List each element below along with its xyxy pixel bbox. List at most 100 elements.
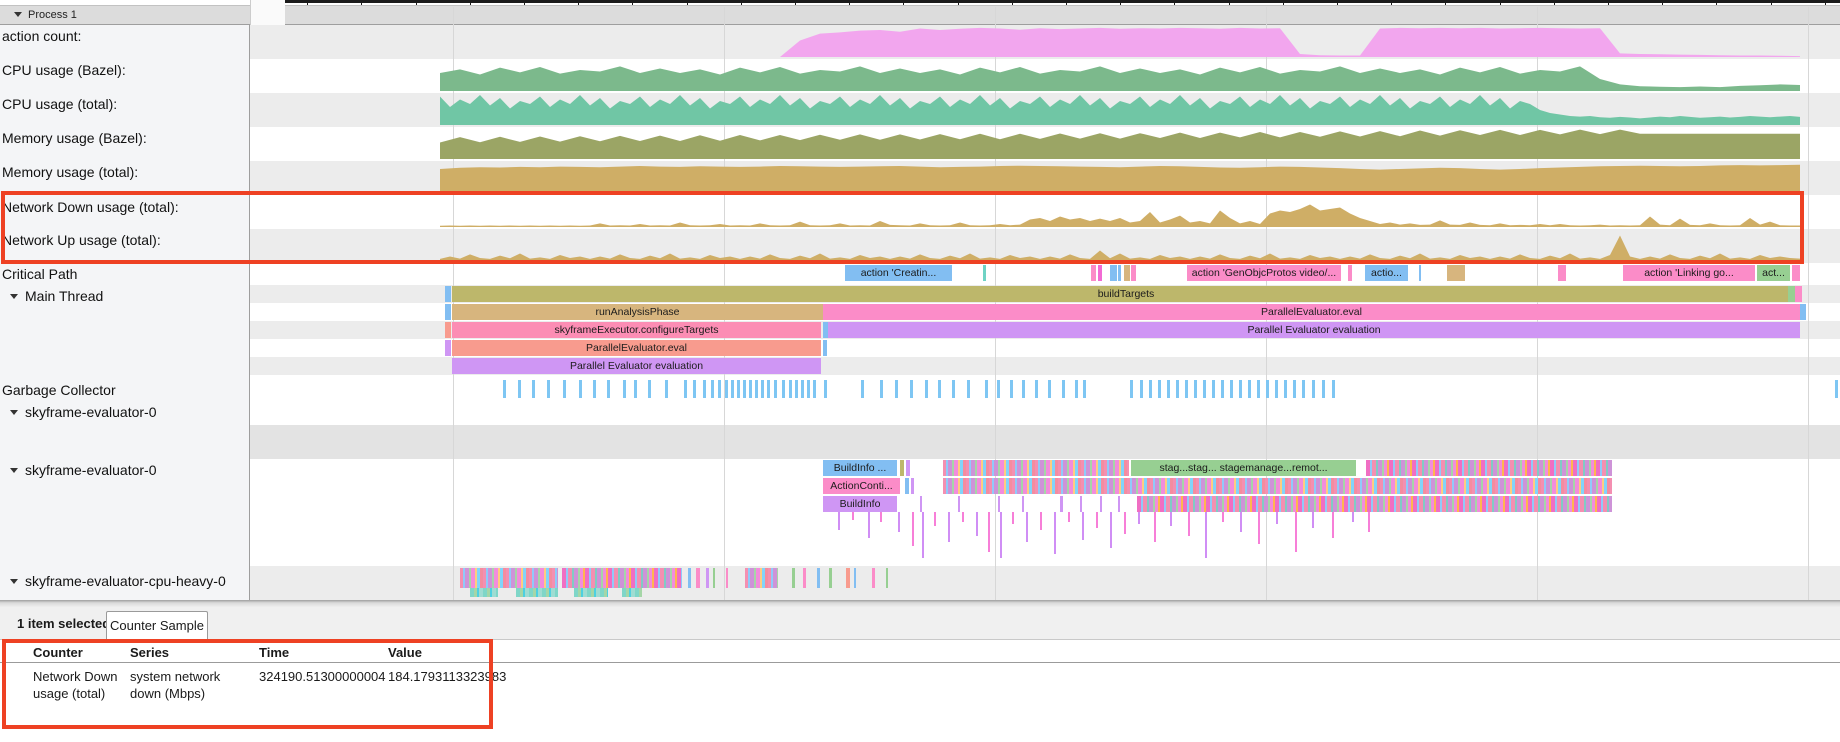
gc-event-tick[interactable] — [861, 380, 864, 398]
dense-slice-cluster[interactable] — [562, 568, 682, 588]
slice-drip[interactable] — [1082, 512, 1084, 540]
counter-chart-mem-bazel[interactable] — [440, 130, 1800, 159]
expander-icon[interactable] — [10, 579, 18, 584]
gc-event-tick[interactable] — [1212, 380, 1215, 398]
trace-slice[interactable] — [911, 478, 914, 494]
gc-event-tick[interactable] — [579, 380, 582, 398]
table-cell[interactable]: Network Down usage (total) — [33, 668, 145, 702]
sidebar-track-label-2[interactable]: CPU usage (total): — [2, 96, 117, 112]
dense-slice-cluster[interactable] — [745, 568, 778, 588]
slice-drip[interactable] — [962, 512, 964, 522]
gc-event-tick[interactable] — [547, 380, 550, 398]
dense-slice-cluster[interactable] — [1137, 496, 1612, 512]
gc-event-tick[interactable] — [925, 380, 928, 398]
gc-event-tick[interactable] — [563, 380, 566, 398]
slice-drip[interactable] — [988, 512, 990, 552]
gc-event-tick[interactable] — [684, 380, 687, 398]
trace-slice[interactable] — [1060, 496, 1063, 512]
gc-event-tick[interactable] — [1022, 380, 1025, 398]
gc-event-tick[interactable] — [1035, 380, 1038, 398]
slice-drip[interactable] — [1000, 512, 1002, 558]
sidebar-track-label-7[interactable]: Critical Path — [2, 266, 77, 282]
trace-slice[interactable] — [1118, 496, 1120, 512]
gc-event-tick[interactable] — [718, 380, 721, 398]
trace-slice[interactable] — [1118, 265, 1121, 281]
slice-drip[interactable] — [1110, 512, 1112, 548]
gc-event-tick[interactable] — [1130, 380, 1133, 398]
gc-event-tick[interactable] — [1332, 380, 1335, 398]
slice-drip[interactable] — [948, 512, 950, 542]
gc-event-tick[interactable] — [1266, 380, 1269, 398]
trace-slice[interactable] — [1788, 286, 1795, 302]
trace-slice[interactable]: BuildInfo — [823, 496, 897, 512]
sidebar-track-label-11[interactable]: skyframe-evaluator-0 — [2, 462, 157, 478]
gc-event-tick[interactable] — [789, 380, 792, 398]
gc-event-tick[interactable] — [593, 380, 596, 398]
gc-event-tick[interactable] — [755, 380, 758, 398]
gc-event-tick[interactable] — [967, 380, 970, 398]
gc-event-tick[interactable] — [801, 380, 804, 398]
table-cell[interactable]: 184.1793113323983 — [388, 668, 498, 685]
trace-slice[interactable] — [1558, 265, 1566, 281]
dense-slice-cluster[interactable] — [622, 588, 642, 597]
slice-drip[interactable] — [1240, 512, 1242, 532]
slice-drip[interactable] — [1124, 512, 1126, 534]
slice-drip[interactable] — [1170, 512, 1172, 526]
expander-icon[interactable] — [10, 410, 18, 415]
trace-slice[interactable] — [688, 568, 691, 588]
gc-event-tick[interactable] — [1176, 380, 1179, 398]
trace-slice[interactable] — [1447, 265, 1465, 281]
trace-slice[interactable] — [900, 460, 904, 476]
slice-drip[interactable] — [868, 512, 870, 538]
trace-slice[interactable] — [792, 568, 795, 588]
gc-event-tick[interactable] — [1167, 380, 1170, 398]
collapse-triangle-icon[interactable] — [14, 12, 22, 17]
gc-event-tick[interactable] — [743, 380, 746, 398]
gc-event-tick[interactable] — [1221, 380, 1224, 398]
trace-slice[interactable]: buildTargets — [452, 286, 1800, 302]
sidebar-track-label-3[interactable]: Memory usage (Bazel): — [2, 130, 147, 146]
trace-slice[interactable]: action 'GenObjcProtos video/... — [1187, 265, 1341, 281]
gc-event-tick[interactable] — [774, 380, 777, 398]
gc-event-tick[interactable] — [895, 380, 898, 398]
sidebar-track-label-9[interactable]: Garbage Collector — [2, 382, 116, 398]
table-cell[interactable]: 324190.51300000004 — [259, 668, 384, 685]
trace-slice[interactable] — [1022, 496, 1024, 512]
gc-event-tick[interactable] — [737, 380, 740, 398]
trace-slice[interactable] — [823, 340, 827, 356]
dense-slice-cluster[interactable] — [460, 568, 558, 588]
trace-slice[interactable] — [1795, 286, 1802, 302]
slice-drip[interactable] — [1188, 512, 1190, 536]
sidebar-track-label-12[interactable]: skyframe-evaluator-cpu-heavy-0 — [2, 573, 226, 589]
trace-slice[interactable] — [706, 568, 709, 588]
gc-event-tick[interactable] — [1312, 380, 1315, 398]
gc-event-tick[interactable] — [782, 380, 785, 398]
counter-chart-net-up[interactable] — [440, 236, 1800, 262]
slice-drip[interactable] — [1040, 512, 1042, 530]
trace-slice[interactable]: skyframeExecutor.configureTargets — [452, 322, 821, 338]
slice-drip[interactable] — [1068, 512, 1070, 522]
slice-drip[interactable] — [1332, 512, 1334, 538]
slice-drip[interactable] — [1012, 512, 1014, 524]
gc-event-tick[interactable] — [749, 380, 752, 398]
trace-slice[interactable] — [1131, 265, 1136, 281]
trace-slice[interactable]: ParallelEvaluator.eval — [823, 304, 1800, 320]
gc-event-tick[interactable] — [1010, 380, 1013, 398]
table-header-counter[interactable]: Counter — [33, 645, 83, 660]
trace-slice[interactable] — [905, 478, 909, 494]
trace-slice[interactable]: stag...stag... stagemanage...remot... — [1131, 460, 1356, 476]
gc-event-tick[interactable] — [1284, 380, 1287, 398]
gc-event-tick[interactable] — [1257, 380, 1260, 398]
gc-event-tick[interactable] — [1835, 380, 1838, 398]
gc-event-tick[interactable] — [761, 380, 764, 398]
trace-slice[interactable]: act... — [1757, 265, 1790, 281]
gc-event-tick[interactable] — [1149, 380, 1152, 398]
trace-slice[interactable] — [445, 322, 451, 338]
gc-event-tick[interactable] — [1083, 380, 1086, 398]
counter-chart-net-down[interactable] — [440, 205, 1800, 228]
dense-slice-cluster[interactable] — [943, 460, 1129, 476]
gc-event-tick[interactable] — [1194, 380, 1197, 398]
trace-slice[interactable] — [696, 568, 700, 588]
slice-drip[interactable] — [880, 512, 882, 522]
gc-event-tick[interactable] — [997, 380, 1000, 398]
